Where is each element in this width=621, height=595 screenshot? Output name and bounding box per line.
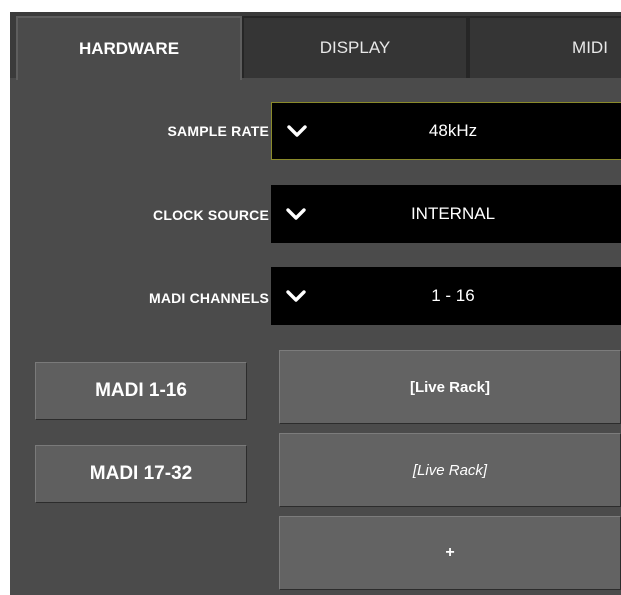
madi-channels-dropdown[interactable]: 1 - 16	[271, 267, 621, 325]
hardware-settings-panel: HARDWARE DISPLAY MIDI SAMPLE RATE 48kHz …	[10, 12, 621, 595]
sample-rate-value: 48kHz	[428, 121, 478, 140]
tab-bar: HARDWARE DISPLAY MIDI	[10, 12, 621, 80]
madi-channels-label: MADI CHANNELS	[148, 290, 269, 306]
tab-display[interactable]: DISPLAY	[242, 16, 468, 78]
clock-source-dropdown[interactable]: INTERNAL	[271, 185, 621, 243]
sample-rate-label: SAMPLE RATE	[167, 123, 269, 139]
madi-1-16-button[interactable]: MADI 1-16	[35, 362, 247, 420]
madi-17-32-assignment-slot[interactable]: [Live Rack]	[279, 433, 621, 507]
clock-source-value: INTERNAL	[410, 204, 496, 223]
madi-channels-value: 1 - 16	[431, 286, 475, 305]
madi-1-16-assignment-slot[interactable]: [Live Rack]	[279, 350, 621, 424]
sample-rate-dropdown[interactable]: 48kHz	[271, 102, 621, 160]
tab-display-label: DISPLAY	[319, 38, 391, 57]
add-slot-button[interactable]: +	[279, 516, 621, 590]
tab-midi-label: MIDI	[572, 38, 608, 57]
tab-hardware-label: HARDWARE	[78, 39, 180, 58]
clock-source-label: CLOCK SOURCE	[153, 207, 269, 223]
chevron-down-icon	[287, 125, 307, 137]
chevron-down-icon	[286, 208, 306, 220]
tab-midi[interactable]: MIDI	[468, 16, 621, 78]
madi-17-32-button[interactable]: MADI 17-32	[35, 445, 247, 503]
tab-hardware[interactable]: HARDWARE	[16, 16, 242, 80]
chevron-down-icon	[286, 290, 306, 302]
